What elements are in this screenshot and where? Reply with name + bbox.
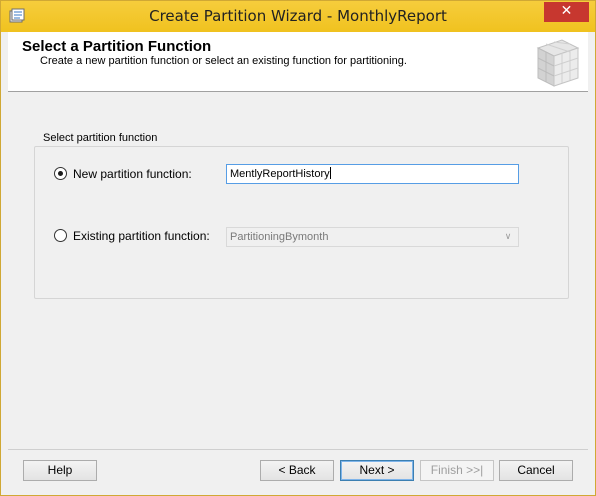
page-title: Select a Partition Function [22, 38, 212, 55]
existing-function-radio[interactable] [54, 229, 67, 242]
partition-cube-icon [528, 34, 584, 90]
next-button[interactable]: Next > [340, 460, 414, 481]
existing-function-select[interactable]: PartitioningBymonth ∨ [226, 227, 519, 247]
new-function-radio[interactable] [54, 167, 67, 180]
wizard-window: Create Partition Wizard - MonthlyReport … [0, 0, 596, 496]
cancel-button[interactable]: Cancel [499, 460, 573, 481]
existing-function-value: PartitioningBymonth [230, 231, 329, 243]
wizard-header: Select a Partition Function Create a new… [8, 32, 588, 92]
new-function-name-value: MentlyReportHistory [230, 168, 330, 180]
page-description: Create a new partition function or selec… [40, 55, 407, 67]
group-label: Select partition function [41, 132, 160, 144]
new-function-name-input[interactable]: MentlyReportHistory [226, 164, 519, 184]
chevron-down-icon[interactable]: ∨ [502, 228, 514, 246]
close-button[interactable]: ✕ [544, 2, 589, 22]
help-button[interactable]: Help [23, 460, 97, 481]
title-bar[interactable]: Create Partition Wizard - MonthlyReport … [1, 1, 595, 32]
window-title: Create Partition Wizard - MonthlyReport [149, 7, 447, 25]
footer-divider [8, 449, 588, 450]
finish-button[interactable]: Finish >>| [420, 460, 494, 481]
back-button[interactable]: < Back [260, 460, 334, 481]
close-icon: ✕ [560, 3, 573, 19]
existing-function-label[interactable]: Existing partition function: [73, 229, 210, 243]
new-function-label[interactable]: New partition function: [73, 167, 192, 181]
text-caret [329, 167, 331, 179]
